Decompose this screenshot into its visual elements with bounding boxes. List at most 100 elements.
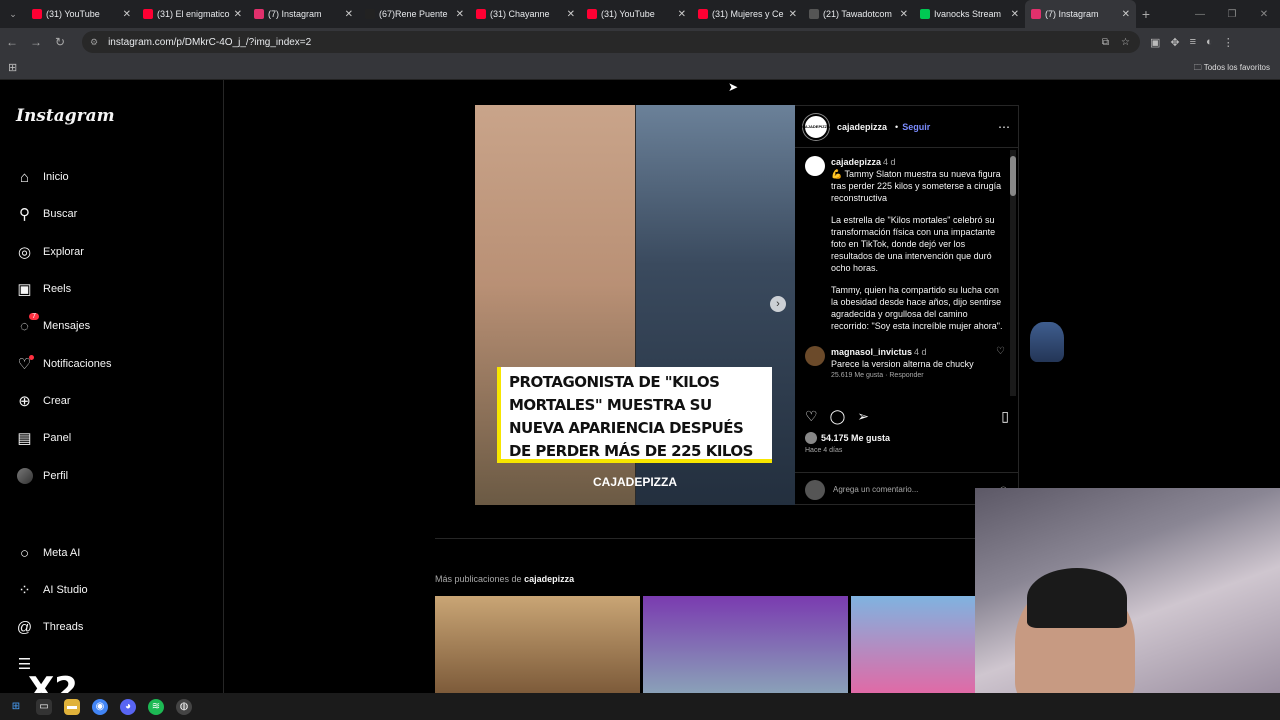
windows-start-icon[interactable]: ⊞ — [8, 699, 24, 715]
sidebar-item-ai-studio[interactable]: ⁘ AI Studio — [16, 579, 87, 601]
sidebar-item-perfil[interactable]: Perfil — [16, 465, 68, 487]
tab-close-icon[interactable]: ✕ — [1122, 9, 1130, 20]
commenter-username[interactable]: magnasol_invictus — [831, 347, 912, 357]
sidebar-item-mensajes[interactable]: ◌ 7 Mensajes — [16, 312, 90, 337]
more-post-thumbnail[interactable] — [851, 596, 975, 693]
profile-avatar-icon[interactable]: ◐ — [1206, 36, 1213, 48]
comments-list[interactable]: cajadepizza 4 d 💪 Tammy Slaton muestra su… — [795, 150, 1019, 400]
browser-tab[interactable]: (7) Instagram ✕ — [1025, 0, 1136, 28]
comment-like-icon[interactable]: ♡ — [996, 346, 1005, 382]
tab-close-icon[interactable]: ✕ — [678, 9, 686, 20]
more-post-thumbnail[interactable] — [643, 596, 848, 693]
more-posts-prefix: Más publicaciones de — [435, 574, 522, 584]
tab-close-icon[interactable]: ✕ — [234, 9, 242, 20]
all-bookmarks-folder[interactable]: 🗀 Todos los favoritos — [1194, 62, 1270, 76]
sidebar-item-buscar[interactable]: ⚲ Buscar — [16, 203, 77, 225]
folder-icon[interactable]: ▬ — [64, 698, 80, 715]
tab-close-icon[interactable]: ✕ — [567, 9, 575, 20]
sidebar-item-meta-ai[interactable]: ○ Meta AI — [16, 542, 80, 564]
browser-tab[interactable]: (7) Instagram ✕ — [248, 0, 359, 28]
sidebar-item-inicio[interactable]: ⌂ Inicio — [16, 166, 69, 188]
post-headline-banner: PROTAGONISTA DE "KILOS MORTALES" MUESTRA… — [497, 367, 772, 463]
tab-favicon-icon — [32, 9, 42, 19]
file-explorer-icon[interactable]: ▭ — [36, 698, 52, 715]
address-bar[interactable]: ⚙ instagram.com/p/DMkrC-4O_j_/?img_index… — [82, 31, 1140, 53]
spotify-icon[interactable]: ≋ — [148, 698, 164, 715]
caption-avatar[interactable] — [805, 156, 825, 176]
sidebar-item-threads[interactable]: @ Threads — [16, 616, 83, 638]
sidebar-item-explorar[interactable]: ◎ Explorar — [16, 241, 84, 263]
caption: cajadepizza 4 d 💪 Tammy Slaton muestra su… — [805, 156, 1005, 332]
browser-tab[interactable]: (21) Tawadotcom ✕ — [803, 0, 914, 28]
media-controls-icon[interactable]: ≡ — [1190, 36, 1196, 48]
sidebar-item-panel[interactable]: ▤ Panel — [16, 427, 71, 449]
apps-grid-icon[interactable]: ⊞ — [8, 61, 17, 74]
browser-tab[interactable]: (31) YouTube ✕ — [26, 0, 137, 28]
browser-tab[interactable]: (31) YouTube ✕ — [581, 0, 692, 28]
more-post-thumbnail[interactable] — [435, 596, 640, 693]
author-username[interactable]: cajadepizza — [837, 122, 887, 132]
sidebar-item-label: Panel — [43, 432, 72, 444]
streamer-cap — [1027, 568, 1127, 628]
share-send-icon[interactable]: ➢ — [857, 408, 869, 425]
save-bookmark-icon[interactable]: ▯ — [1001, 408, 1009, 425]
sidebar-item-crear[interactable]: ⊕ Crear — [16, 390, 70, 412]
tab-favicon-icon — [254, 9, 264, 19]
browser-menu-icon[interactable]: ⋮ — [1223, 36, 1234, 49]
carousel-next-icon[interactable]: › — [770, 296, 786, 312]
browser-tab[interactable]: Ivanocks Stream ✕ — [914, 0, 1025, 28]
follow-button[interactable]: Seguir — [902, 122, 930, 132]
close-window-icon[interactable]: ✕ — [1248, 9, 1280, 20]
chrome-icon[interactable]: ◉ — [92, 698, 108, 715]
likes-count[interactable]: 54.175 Me gusta — [805, 432, 890, 444]
browser-tab[interactable]: (31) El enigmatico ✕ — [137, 0, 248, 28]
like-heart-icon[interactable]: ♡ — [805, 408, 818, 425]
install-app-icon[interactable]: ⧉ — [1102, 37, 1109, 48]
comments-scrollbar[interactable] — [1010, 150, 1016, 396]
caption-time: 4 d — [883, 157, 896, 167]
new-tab-button[interactable]: + — [1136, 6, 1156, 22]
tab-close-icon[interactable]: ✕ — [900, 9, 908, 20]
tab-title: (67)Rene Puente — [379, 9, 448, 19]
extension-icon[interactable]: ▣ — [1150, 36, 1160, 49]
reload-icon[interactable]: ↻ — [48, 35, 72, 49]
comment-bubble-icon[interactable]: ◯ — [830, 408, 846, 425]
minimize-icon[interactable]: — — [1184, 9, 1216, 20]
toolbar: ← → ↻ ⚙ instagram.com/p/DMkrC-4O_j_/?img… — [0, 28, 1280, 56]
post-image-carousel[interactable]: PROTAGONISTA DE "KILOS MORTALES" MUESTRA… — [475, 105, 795, 505]
instagram-logo[interactable]: Instagram — [16, 106, 115, 126]
tab-close-icon[interactable]: ✕ — [789, 9, 797, 20]
tab-close-icon[interactable]: ✕ — [456, 9, 464, 20]
sidebar-item-reels[interactable]: ▣ Reels — [16, 278, 71, 300]
browser-tab[interactable]: (31) Chayanne ✕ — [470, 0, 581, 28]
forward-icon[interactable]: → — [24, 35, 48, 49]
sticker-overlay — [1030, 322, 1064, 362]
more-posts-user[interactable]: cajadepizza — [524, 574, 574, 584]
mouse-cursor-icon: ➤ — [728, 80, 739, 94]
commenter-avatar[interactable] — [805, 346, 825, 366]
sidebar-item-label: Perfil — [43, 470, 69, 482]
browser-tab[interactable]: (67)Rene Puente ✕ — [359, 0, 470, 28]
tab-close-icon[interactable]: ✕ — [123, 9, 131, 20]
tab-favicon-icon — [920, 9, 930, 19]
site-info-icon[interactable]: ⚙ — [90, 37, 98, 48]
comment-text: Parece la version alterna de chucky — [831, 359, 974, 369]
browser-tab[interactable]: (31) Mujeres y Ce ✕ — [692, 0, 803, 28]
section-divider — [435, 538, 975, 539]
tab-search-icon[interactable]: ⌄ — [0, 9, 26, 20]
caption-author[interactable]: cajadepizza — [831, 157, 881, 167]
tab-favicon-icon — [143, 9, 153, 19]
discord-icon[interactable]: ◕ — [120, 698, 136, 715]
obs-icon[interactable]: ◍ — [176, 698, 192, 715]
extensions-puzzle-icon[interactable]: ✥ — [1170, 36, 1179, 49]
notification-dot — [29, 354, 34, 360]
bookmark-star-icon[interactable]: ☆ — [1121, 37, 1130, 48]
tab-close-icon[interactable]: ✕ — [1011, 9, 1019, 20]
add-comment-input[interactable]: Agrega un comentario... — [833, 485, 918, 494]
tab-close-icon[interactable]: ✕ — [345, 9, 353, 20]
restore-icon[interactable]: ❐ — [1216, 9, 1248, 20]
author-avatar[interactable]: CAJADEPIZZA — [802, 113, 830, 140]
sidebar-item-notificaciones[interactable]: ♡ Notificaciones — [16, 353, 111, 375]
more-options-icon[interactable]: ⋯ — [998, 120, 1010, 134]
back-icon[interactable]: ← — [0, 35, 24, 49]
